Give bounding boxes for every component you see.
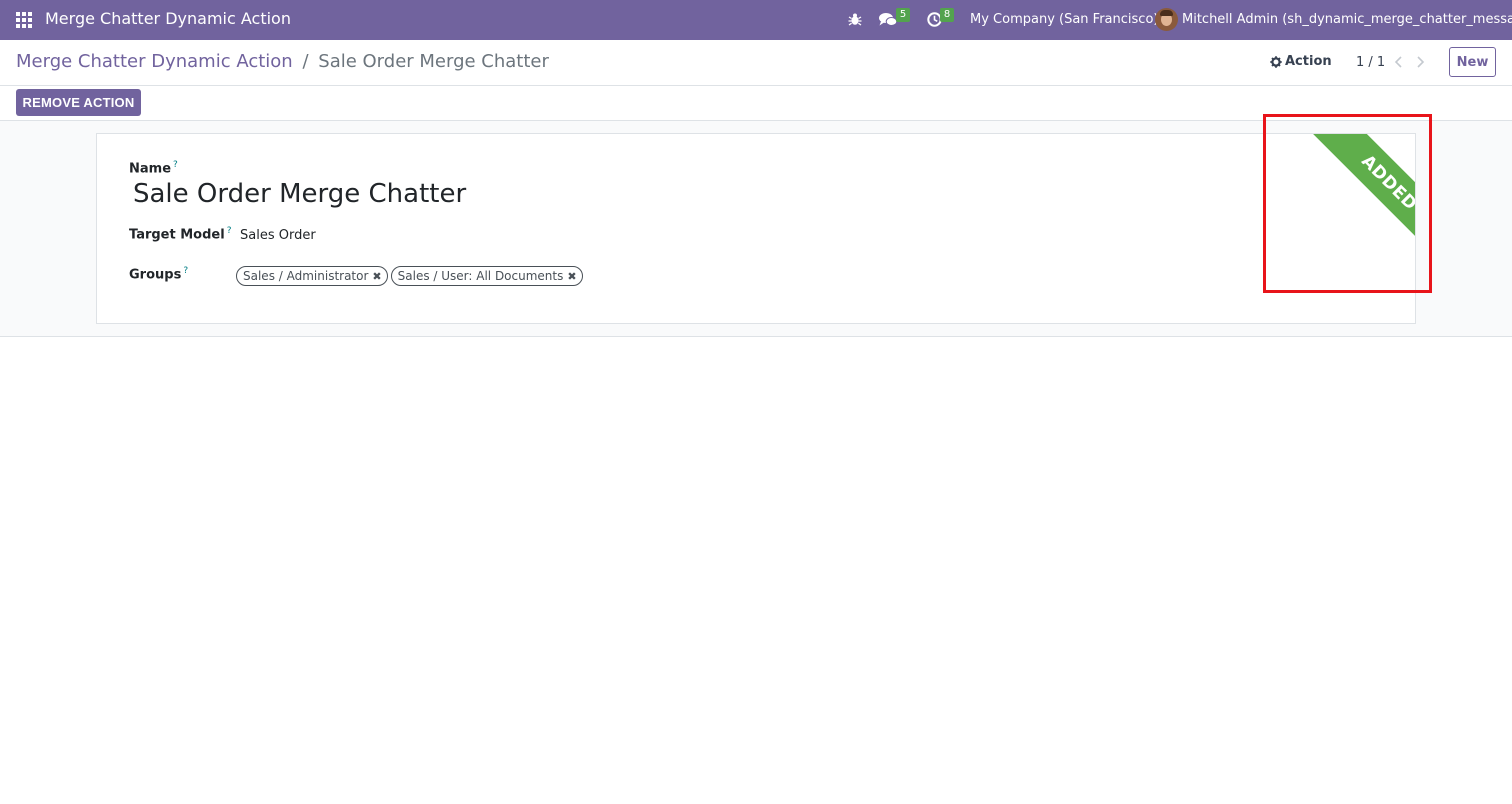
messages-chat-icon[interactable] <box>879 12 897 28</box>
new-button[interactable]: New <box>1449 47 1496 77</box>
top-navbar: Merge Chatter Dynamic Action 5 8 My Comp… <box>0 0 1512 40</box>
apps-menu-icon[interactable] <box>16 12 33 28</box>
control-panel: Merge Chatter Dynamic Action / Sale Orde… <box>0 40 1512 86</box>
target-model-label: Target Model? <box>129 226 232 243</box>
app-title[interactable]: Merge Chatter Dynamic Action <box>45 9 291 28</box>
remove-action-button[interactable]: REMOVE ACTION <box>16 89 141 116</box>
name-help-icon[interactable]: ? <box>173 160 178 170</box>
breadcrumb-current: Sale Order Merge Chatter <box>318 51 549 72</box>
breadcrumb-separator: / <box>302 51 309 72</box>
activities-count-badge: 8 <box>940 8 954 22</box>
form-sheet: Name? Sale Order Merge Chatter Target Mo… <box>96 133 1416 324</box>
user-avatar[interactable] <box>1155 8 1178 31</box>
action-menu-button[interactable]: Action <box>1270 54 1332 69</box>
name-field[interactable]: Sale Order Merge Chatter <box>133 179 466 209</box>
user-menu[interactable]: Mitchell Admin (sh_dynamic_merge_chatter… <box>1182 12 1512 27</box>
groups-field[interactable]: Sales / Administrator ✖ Sales / User: Al… <box>236 266 583 286</box>
messages-count-badge: 5 <box>896 8 910 22</box>
chevron-right-icon[interactable] <box>1414 55 1426 69</box>
pager-value[interactable]: 1 / 1 <box>1356 55 1385 70</box>
highlight-box <box>1263 114 1432 293</box>
breadcrumb-parent-link[interactable]: Merge Chatter Dynamic Action <box>16 51 293 72</box>
groups-label: Groups? <box>129 266 189 283</box>
action-label: Action <box>1285 54 1332 69</box>
target-model-field[interactable]: Sales Order <box>240 228 316 243</box>
target-model-help-icon[interactable]: ? <box>227 226 232 236</box>
gear-icon <box>1270 55 1282 68</box>
name-label: Name? <box>129 160 178 177</box>
chevron-left-icon[interactable] <box>1393 55 1405 69</box>
breadcrumb: Merge Chatter Dynamic Action / Sale Orde… <box>16 51 549 72</box>
group-tag: Sales / User: All Documents ✖ <box>390 266 583 286</box>
company-switcher[interactable]: My Company (San Francisco) <box>970 12 1158 27</box>
remove-tag-icon[interactable]: ✖ <box>372 270 381 283</box>
remove-tag-icon[interactable]: ✖ <box>567 270 576 283</box>
debug-bug-icon[interactable] <box>848 12 862 26</box>
groups-help-icon[interactable]: ? <box>183 266 188 276</box>
group-tag: Sales / Administrator ✖ <box>236 266 388 286</box>
